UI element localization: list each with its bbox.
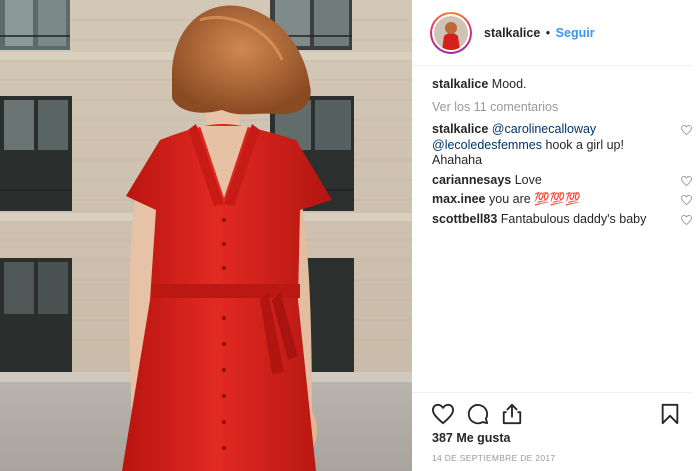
comment-like-heart-icon[interactable] <box>681 214 692 225</box>
caption-text: Mood. <box>491 77 527 91</box>
post-photo[interactable] <box>0 0 412 471</box>
photo-image <box>0 0 412 471</box>
like-count[interactable]: 387 Me gusta <box>432 431 511 445</box>
header-separator: • <box>545 26 551 40</box>
post-actions: 387 Me gusta 14 DE SEPTIEMBRE DE 2017 <box>412 392 692 471</box>
comment-text: Love <box>514 172 542 187</box>
avatar-frame <box>432 14 470 52</box>
comment-like-heart-icon[interactable] <box>681 175 692 186</box>
avatar-image <box>434 16 468 50</box>
comment-username[interactable]: max.inee <box>432 192 486 206</box>
comment-mention[interactable]: @lecoledesfemmes <box>432 138 542 152</box>
comment-like-heart-icon[interactable] <box>681 195 692 205</box>
post-details-panel: stalkalice • Seguir stalkalice Mood. Ver… <box>412 0 700 471</box>
comment-bubble-icon[interactable] <box>467 403 489 425</box>
comment-item: max.inee you are 💯💯💯 <box>432 192 694 208</box>
comment-like-heart-icon[interactable] <box>681 125 692 135</box>
comment-text: you are 💯💯💯 <box>489 192 581 206</box>
comment-username[interactable]: scottbell83 <box>432 212 497 226</box>
share-icon[interactable] <box>501 403 523 425</box>
follow-button[interactable]: Seguir <box>556 26 595 40</box>
view-all-comments-link[interactable]: Ver los 11 comentarios <box>432 99 694 116</box>
post-date[interactable]: 14 DE SEPTIEMBRE DE 2017 <box>432 453 555 463</box>
comment-text: Fantabulous daddy's baby <box>500 211 647 226</box>
post-caption: stalkalice Mood. <box>432 76 694 93</box>
heart-icon[interactable] <box>432 403 454 425</box>
comment-username[interactable]: stalkalice <box>432 122 488 136</box>
comment-item: scottbell83 Fantabulous daddy's baby <box>432 212 694 228</box>
comment-mention[interactable]: @carolinecalloway <box>492 122 596 136</box>
comment-username[interactable]: cariannesays <box>432 173 511 187</box>
post-header: stalkalice • Seguir <box>412 0 692 66</box>
caption-username[interactable]: stalkalice <box>432 77 488 91</box>
comment-item: stalkalice @carolinecalloway @lecoledesf… <box>432 122 694 169</box>
comment-list: stalkalice Mood. Ver los 11 comentarios … <box>432 76 694 227</box>
comment-item: cariannesays Love <box>432 173 694 189</box>
bookmark-icon[interactable] <box>660 403 680 425</box>
header-username[interactable]: stalkalice <box>484 26 540 40</box>
avatar[interactable] <box>430 12 472 54</box>
